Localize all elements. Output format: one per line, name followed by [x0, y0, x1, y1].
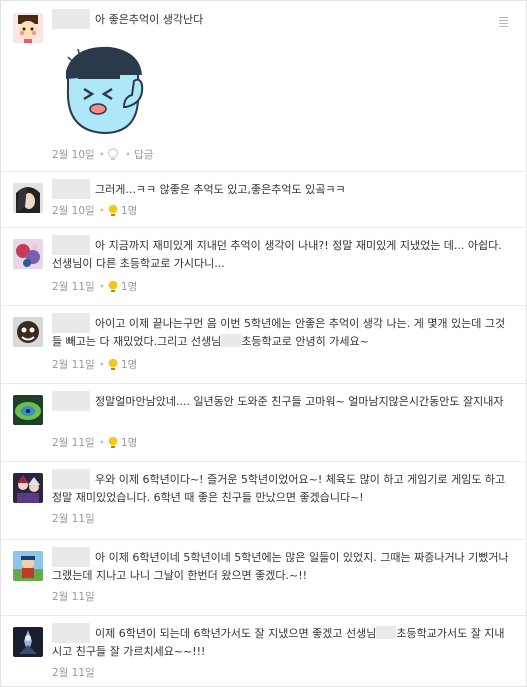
avatar[interactable] — [13, 13, 43, 43]
comment-date[interactable]: 2월 11일 — [52, 667, 95, 679]
comment-8: 이제 6학년이 되는데 6학년가서도 잘 지냈으면 좋겠고 선생님 초등학교가서도… — [1, 615, 526, 686]
comment-meta: 2월 11일 • 1명 — [52, 436, 138, 449]
lightbulb-icon[interactable] — [108, 280, 118, 293]
redacted-text — [221, 334, 242, 347]
avatar[interactable] — [13, 551, 43, 581]
comment-date[interactable]: 2월 11일 — [52, 359, 95, 371]
like-count[interactable]: 1명 — [121, 437, 137, 449]
comment-meta: 2월 11일 — [52, 589, 95, 605]
comment-meta: 2월 11일 — [52, 511, 95, 527]
comment-meta: 2월 10일 • • 답글 — [52, 148, 154, 161]
redacted-text — [376, 626, 397, 639]
avatar[interactable] — [13, 627, 43, 657]
like-count[interactable]: 1명 — [121, 281, 137, 293]
comment-meta: 2월 11일 — [52, 665, 95, 681]
comment-date[interactable]: 2월 11일 — [52, 591, 95, 603]
like-count[interactable]: 1명 — [121, 359, 137, 371]
like-count[interactable]: 1명 — [121, 205, 137, 217]
comment-6: 우와 이제 6학년이다~! 즐거운 5학년이었어요~! 체육도 많이 하고 게임… — [1, 461, 526, 540]
avatar[interactable] — [13, 395, 43, 425]
comment-7: 아 이제 6학년이네 5학년이네 5학년에는 많은 일들이 있었지. 그때는 짜… — [1, 539, 526, 616]
avatar[interactable] — [13, 239, 43, 269]
comment-list: 아 좋은추억이 생각난다 2월 10일 • • 답글 그러게...ㅋㅋ 않좋은 추 — [0, 0, 527, 687]
comment-text: 이제 6학년이 되는데 6학년가서도 잘 지냈으면 좋겠고 선생님 초등학교가서도… — [52, 626, 505, 658]
author-name-redacted[interactable] — [52, 9, 90, 29]
comment-text: 아 지금까지 재미있게 지내던 추억이 생각이 나내?! 정말 재미있게 지냈었… — [52, 239, 502, 270]
reply-link[interactable]: 답글 — [134, 149, 153, 161]
comment-text: 아 이제 6학년이네 5학년이네 5학년에는 많은 일들이 있었지. 그때는 짜… — [52, 551, 509, 582]
comment-5: 정말얼마안남았네.... 일년동안 도와준 친구들 고마워~ 얼마남지않은시간동… — [1, 383, 526, 462]
comment-date[interactable]: 2월 11일 — [52, 437, 95, 449]
comment-text: 우와 이제 6학년이다~! 즐거운 5학년이었어요~! 체육도 많이 하고 게임… — [52, 473, 506, 504]
comment-date[interactable]: 2월 11일 — [52, 513, 95, 525]
comment-text: 아이고 이제 끝나는구먼 음 이번 5학년에는 안좋은 추억이 생각 나는. 게… — [52, 317, 506, 348]
comment-date[interactable]: 2월 10일 — [52, 149, 95, 161]
avatar[interactable] — [13, 183, 43, 213]
comment-meta: 2월 10일 • 1명 — [52, 204, 138, 217]
avatar[interactable] — [13, 473, 43, 503]
more-menu-icon[interactable] — [499, 17, 508, 29]
comment-text: 아 좋은추억이 생각난다 — [95, 13, 204, 26]
author-name-redacted[interactable] — [52, 179, 90, 199]
comment-date[interactable]: 2월 11일 — [52, 281, 95, 293]
lightbulb-icon[interactable] — [108, 436, 118, 449]
comment-2: 그러게...ㅋㅋ 않좋은 추억도 있고,좋은추억도 있곸ㅋㅋ 2월 10일 • 1명 — [1, 171, 526, 228]
comment-3: 아 지금까지 재미있게 지내던 추억이 생각이 나내?! 정말 재미있게 지냈었… — [1, 227, 526, 306]
comment-1: 아 좋은추억이 생각난다 2월 10일 • • 답글 — [1, 1, 526, 172]
comment-text: 정말얼마안남았네.... 일년동안 도와준 친구들 고마워~ 얼마남지않은시간동… — [95, 395, 504, 408]
comment-text: 그러게...ㅋㅋ 않좋은 추억도 있고,좋은추억도 있곸ㅋㅋ — [95, 183, 346, 196]
lightbulb-icon[interactable] — [108, 358, 118, 371]
comment-meta: 2월 11일 • 1명 — [52, 358, 138, 371]
avatar[interactable] — [13, 317, 43, 347]
sticker-image — [54, 41, 158, 143]
lightbulb-icon[interactable] — [108, 148, 118, 161]
comment-4: 아이고 이제 끝나는구먼 음 이번 5학년에는 안좋은 추억이 생각 나는. 게… — [1, 305, 526, 384]
comment-date[interactable]: 2월 10일 — [52, 205, 95, 217]
lightbulb-icon[interactable] — [108, 204, 118, 217]
comment-meta: 2월 11일 • 1명 — [52, 280, 138, 293]
